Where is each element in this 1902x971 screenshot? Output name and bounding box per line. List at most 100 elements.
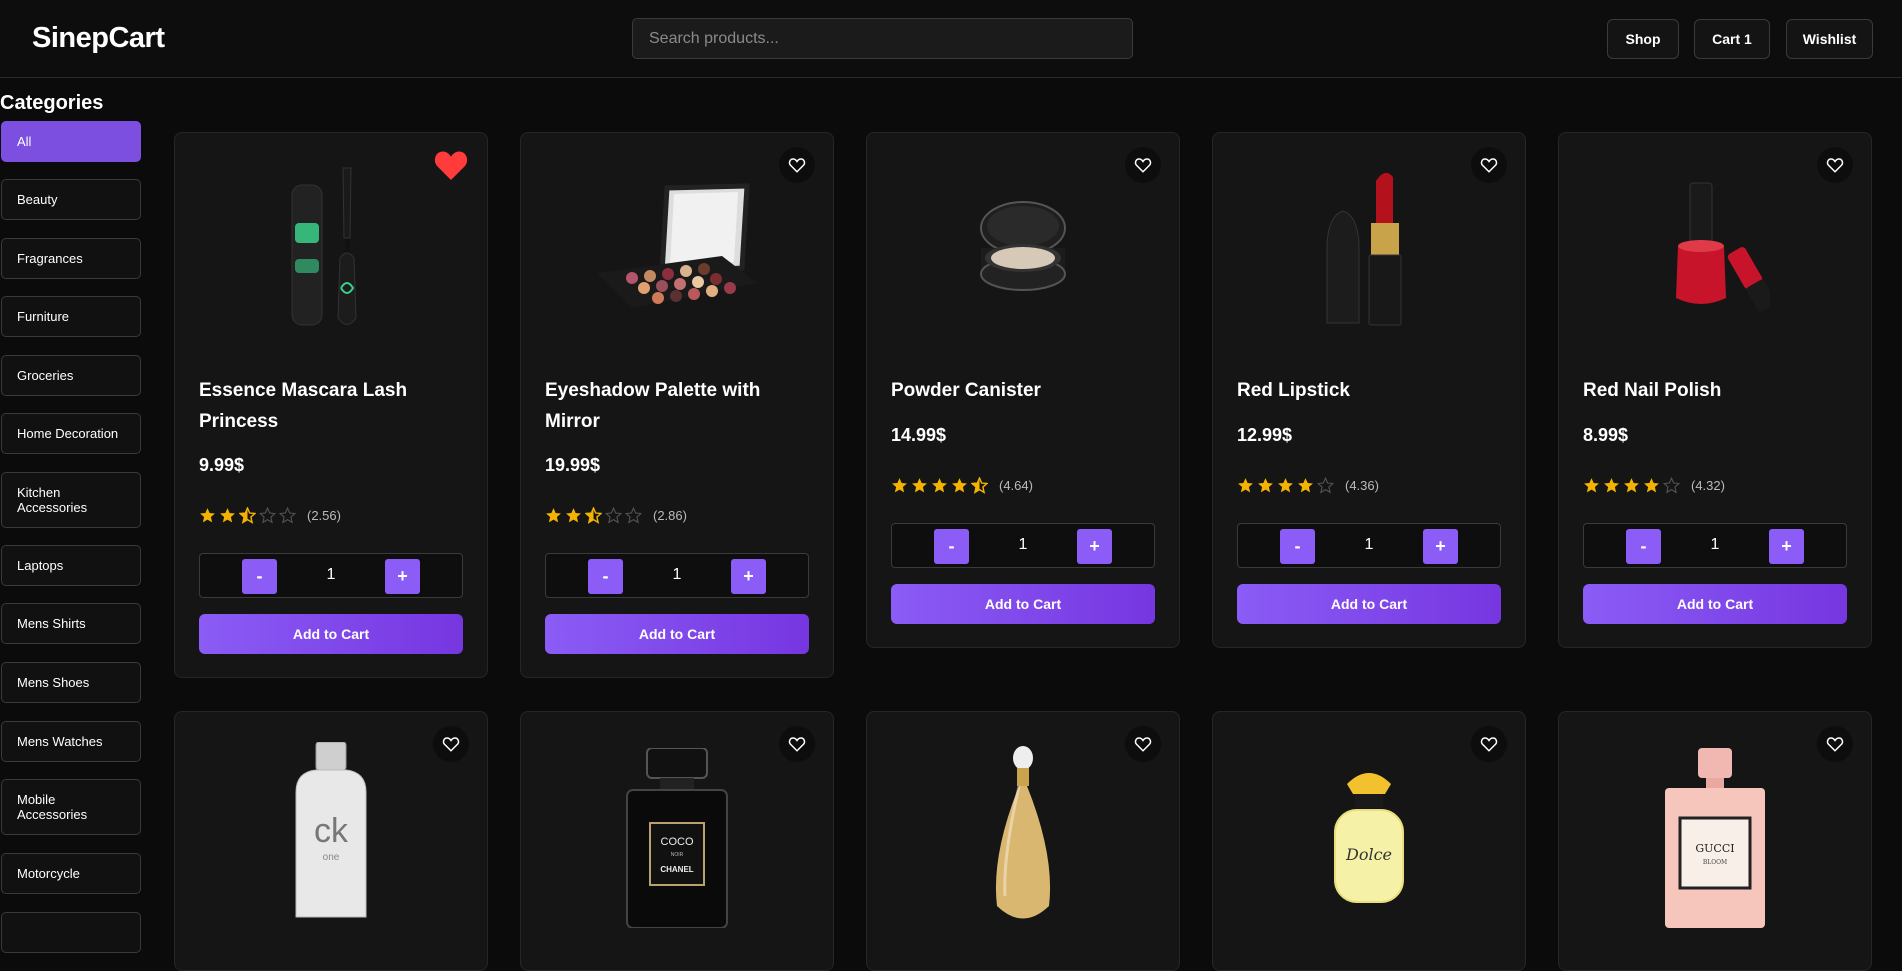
star-full-icon	[1278, 478, 1293, 493]
category-home-decoration[interactable]: Home Decoration	[1, 413, 141, 454]
wishlist-toggle[interactable]	[1817, 726, 1853, 762]
category-beauty[interactable]: Beauty	[1, 179, 141, 220]
lipstick-image	[1326, 172, 1402, 326]
wishlist-toggle[interactable]	[1471, 726, 1507, 762]
product-title[interactable]: Eyeshadow Palette with Mirror	[545, 375, 805, 437]
product-card	[866, 711, 1180, 971]
category-fragrances[interactable]: Fragrances	[1, 238, 141, 279]
product-title[interactable]: Red Lipstick	[1237, 375, 1497, 406]
product-price: 19.99$	[545, 455, 601, 475]
category-mens-watches[interactable]: Mens Watches	[1, 721, 141, 762]
product-price: 8.99$	[1583, 425, 1629, 445]
wishlist-toggle[interactable]	[1471, 147, 1507, 183]
add-to-cart-button[interactable]: Add to Cart	[1583, 584, 1847, 624]
quantity-value: 1	[672, 566, 682, 583]
product-rating: (4.64)	[891, 477, 1033, 494]
category-all[interactable]: All	[1, 121, 141, 162]
product-card: GUCCI BLOOM	[1558, 711, 1872, 971]
wishlist-toggle[interactable]	[1125, 147, 1161, 183]
heart-outline-icon	[788, 158, 806, 173]
category-groceries[interactable]: Groceries	[1, 355, 141, 396]
product-card: Dolce	[1212, 711, 1526, 971]
star-full-icon	[1584, 478, 1599, 493]
increase-button[interactable]: +	[385, 559, 420, 594]
palette-image	[597, 183, 757, 308]
increase-button[interactable]: +	[1423, 529, 1458, 564]
bottle-label: COCO	[661, 836, 694, 848]
star-empty-icon	[1663, 477, 1680, 494]
heart-outline-icon	[1826, 737, 1844, 752]
sidebar-title: Categories	[0, 92, 104, 114]
star-full-icon	[200, 508, 215, 523]
search-input[interactable]	[632, 18, 1133, 59]
product-title[interactable]: Red Nail Polish	[1583, 375, 1843, 406]
star-full-icon	[1644, 478, 1659, 493]
increase-button[interactable]: +	[731, 559, 766, 594]
product-card: COCO NOIR CHANEL	[520, 711, 834, 971]
star-half-icon	[971, 477, 988, 494]
quantity-stepper: - 1 +	[891, 523, 1155, 568]
add-to-cart-button[interactable]: Add to Cart	[545, 614, 809, 654]
category-kitchen-accessories[interactable]: Kitchen Accessories	[1, 472, 141, 528]
nav-wishlist-button[interactable]: Wishlist	[1786, 19, 1873, 59]
dolce-image: Dolce	[1334, 773, 1404, 903]
star-full-icon	[546, 508, 561, 523]
heart-outline-icon	[788, 737, 806, 752]
product-card: Red Lipstick 12.99$ (4.36) - 1 + Add to …	[1212, 132, 1526, 648]
nav-cart-button[interactable]: Cart 1	[1694, 19, 1770, 59]
product-price: 9.99$	[199, 455, 245, 475]
star-empty-icon	[605, 507, 622, 524]
increase-button[interactable]: +	[1077, 529, 1112, 564]
heart-outline-icon	[1480, 158, 1498, 173]
star-full-icon	[1238, 478, 1253, 493]
category-laptops[interactable]: Laptops	[1, 545, 141, 586]
heart-outline-icon	[1134, 737, 1152, 752]
brand-logo[interactable]: SinepCart	[32, 22, 165, 55]
category-next-partial[interactable]	[1, 912, 141, 953]
increase-button[interactable]: +	[1769, 529, 1804, 564]
quantity-stepper: - 1 +	[1583, 523, 1847, 568]
quantity-stepper: - 1 +	[1237, 523, 1501, 568]
rating-value: (4.36)	[1345, 478, 1379, 493]
category-mens-shoes[interactable]: Mens Shoes	[1, 662, 141, 703]
rating-value: (4.64)	[999, 478, 1033, 493]
wishlist-toggle[interactable]	[433, 726, 469, 762]
rating-value: (2.56)	[307, 508, 341, 523]
quantity-value: 1	[1018, 536, 1028, 553]
heart-outline-icon	[1480, 737, 1498, 752]
add-to-cart-button[interactable]: Add to Cart	[1237, 584, 1501, 624]
heart-outline-icon	[1134, 158, 1152, 173]
product-title[interactable]: Essence Mascara Lash Princess	[199, 375, 459, 437]
product-title[interactable]: Powder Canister	[891, 375, 1151, 406]
star-empty-icon	[259, 507, 276, 524]
dior-jadore-image	[995, 746, 1051, 919]
wishlist-toggle[interactable]	[779, 147, 815, 183]
product-rating: (2.86)	[545, 507, 687, 524]
heart-outline-icon	[442, 737, 460, 752]
category-furniture[interactable]: Furniture	[1, 296, 141, 337]
product-price: 14.99$	[891, 425, 947, 445]
star-full-icon	[220, 508, 235, 523]
wishlist-toggle[interactable]	[1817, 147, 1853, 183]
bottle-label: NOIR	[671, 852, 684, 858]
star-full-icon	[952, 478, 967, 493]
category-motorcycle[interactable]: Motorcycle	[1, 853, 141, 894]
add-to-cart-button[interactable]: Add to Cart	[891, 584, 1155, 624]
category-mobile-accessories[interactable]: Mobile Accessories	[1, 779, 141, 835]
star-full-icon	[892, 478, 907, 493]
star-empty-icon	[1317, 477, 1334, 494]
ck-one-image: ck one	[295, 742, 367, 918]
category-mens-shirts[interactable]: Mens Shirts	[1, 603, 141, 644]
wishlist-toggle[interactable]	[1125, 726, 1161, 762]
star-half-icon	[239, 507, 256, 524]
quantity-value: 1	[1710, 536, 1720, 553]
quantity-stepper: - 1 +	[545, 553, 809, 598]
wishlist-toggle[interactable]	[433, 147, 469, 183]
nav-shop-button[interactable]: Shop	[1607, 19, 1679, 59]
product-card: Essence Mascara Lash Princess 9.99$ (2.5…	[174, 132, 488, 678]
gucci-bloom-image: GUCCI BLOOM	[1665, 748, 1765, 928]
wishlist-toggle[interactable]	[779, 726, 815, 762]
add-to-cart-button[interactable]: Add to Cart	[199, 614, 463, 654]
powder-image	[980, 201, 1066, 291]
star-full-icon	[1258, 478, 1273, 493]
